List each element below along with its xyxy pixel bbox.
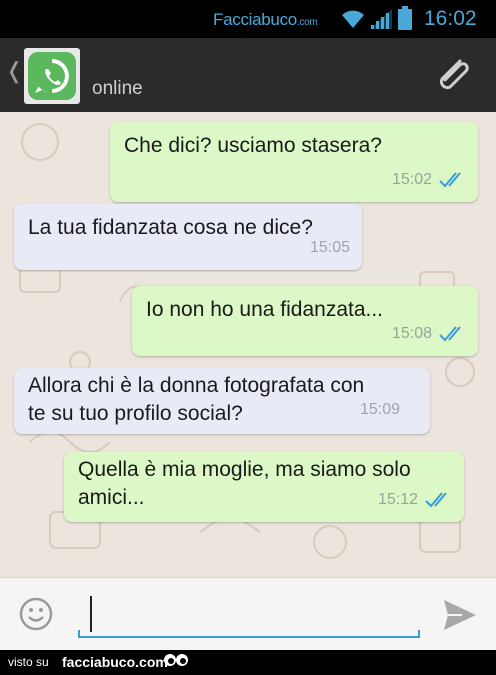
watermark-footer: visto su facciabuco.com [0,650,496,675]
message-text: Quella è mia moglie, ma siamo solo amici… [78,456,411,512]
footer-site: facciabuco.com [62,654,168,670]
message-time: 15:09 [359,401,400,418]
send-icon[interactable] [442,598,478,632]
status-bar: Facciabuco.com 16:02 [0,0,496,38]
clock: 16:02 [424,7,477,30]
message-meta: 15:02 [392,166,466,194]
text-caret [90,596,92,632]
message-text: Allora chi è la donna fotografata con te… [28,372,364,428]
double-check-icon [439,326,461,342]
message-meta: 15:08 [392,320,466,348]
message-bubble-incoming[interactable]: La tua fidanzata cosa ne dice? 15:05 [14,204,362,270]
chat-area[interactable]: Che dici? usciamo stasera? 15:02 La tua … [0,112,496,577]
double-check-icon [439,172,461,188]
battery-icon [398,6,412,30]
message-time: 15:05 [309,239,350,256]
avatar[interactable] [24,48,80,104]
message-text-line: amici... [78,486,145,509]
message-text: Io non ho una fidanzata... [146,298,384,321]
message-text-line: Allora chi è la donna fotografata con [28,374,365,397]
chat-header: ❬ online [0,38,496,112]
message-bubble-outgoing[interactable]: Io non ho una fidanzata... 15:08 [132,286,478,356]
message-text: Che dici? usciamo stasera? [124,134,382,157]
message-text-line: te su tuo profilo social? [28,402,243,425]
message-bubble-outgoing[interactable]: Quella è mia moglie, ma siamo solo amici… [64,452,464,522]
message-text-line: Quella è mia moglie, ma siamo solo [78,458,411,481]
chevron-left-icon[interactable]: ❬ [5,60,23,82]
footer-label: visto su [8,655,49,669]
message-input-bar [0,577,496,650]
message-input[interactable] [78,592,420,638]
message-text: La tua fidanzata cosa ne dice? [28,216,313,239]
message-time: 15:02 [391,171,432,188]
message-meta: 15:05 [310,234,350,262]
smiley-icon[interactable] [19,597,53,631]
whatsapp-logo-icon [28,52,76,100]
message-bubble-outgoing[interactable]: Che dici? usciamo stasera? 15:02 [110,122,478,202]
input-underline-tick [418,630,420,638]
eyes-icon [164,654,188,666]
signal-icon [370,9,392,29]
contact-status: online [92,78,143,99]
message-meta: 15:12 [378,486,452,514]
status-bar-brand: Facciabuco.com [213,10,318,29]
message-bubble-incoming[interactable]: Allora chi è la donna fotografata con te… [14,368,430,434]
input-underline-tick [78,630,80,638]
paperclip-icon[interactable] [430,53,476,99]
double-check-icon [425,492,447,508]
message-time: 15:12 [377,491,418,508]
message-time: 15:08 [391,325,432,342]
wifi-icon [342,10,364,28]
message-meta: 15:09 [360,396,400,424]
